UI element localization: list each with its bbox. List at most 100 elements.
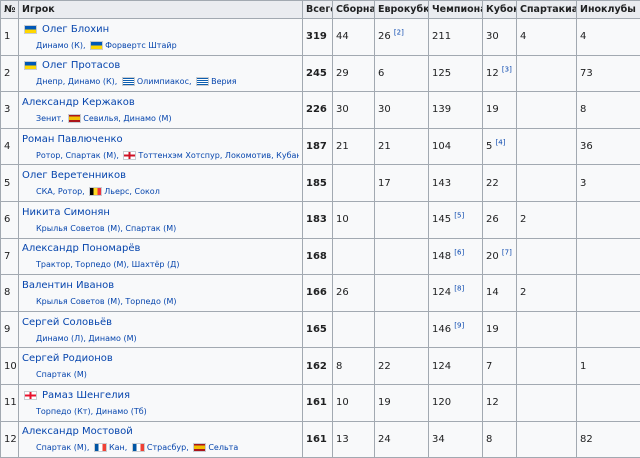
clubs-text[interactable]: Крылья Советов (М), Торпедо (М)	[36, 297, 177, 306]
club-link[interactable]: Форвертс Штайр	[105, 41, 177, 50]
championship-value: 148	[432, 251, 451, 262]
player-name-link[interactable]: Рамаз Шенгелия	[42, 390, 130, 401]
foreign-cell: 4	[577, 19, 640, 56]
club-link[interactable]: Севилья, Динамо (М)	[83, 114, 171, 123]
clubs-text[interactable]: Динамо (Л), Динамо (М)	[36, 334, 137, 343]
player-name-link[interactable]: Александр Кержаков	[22, 97, 135, 108]
reference-link[interactable]: [3]	[502, 66, 512, 74]
player-name-link[interactable]: Александр Пономарёв	[22, 243, 140, 254]
clubs-text[interactable]: Ротор, Спартак (М),	[36, 151, 119, 160]
header-eurocups[interactable]: Еврокубки	[375, 1, 429, 19]
foreign-cell	[577, 384, 640, 421]
belgium-flag-icon	[89, 187, 102, 196]
header-cup[interactable]: Кубок	[483, 1, 517, 19]
rank-cell: 11	[1, 384, 19, 421]
table-row: 6 Никита Симонян Крылья Советов (М), Спа…	[1, 201, 640, 238]
club-link[interactable]: Льерс, Сокол	[104, 187, 160, 196]
cup-cell: 5 [4]	[483, 128, 517, 165]
championship-value: 124	[432, 361, 451, 372]
national-cell	[333, 238, 375, 275]
spartakiads-cell	[517, 421, 577, 458]
foreign-cell: 1	[577, 348, 640, 385]
reference-link[interactable]: [5]	[454, 212, 464, 220]
player-cell: Сергей Родионов Спартак (М)	[19, 348, 303, 385]
championship-value: 124	[432, 287, 451, 298]
player-name-link[interactable]: Сергей Соловьёв	[22, 317, 112, 328]
national-cell: 10	[333, 201, 375, 238]
player-name-link[interactable]: Александр Мостовой	[22, 426, 133, 437]
total-cell: 187	[303, 128, 333, 165]
cup-cell: 19	[483, 311, 517, 348]
reference-link[interactable]: [6]	[454, 249, 464, 257]
header-player[interactable]: Игрок	[19, 1, 303, 19]
club-link[interactable]: Тоттенхэм Хотспур, Локомотив, Кубань, Ур…	[138, 151, 299, 160]
total-cell: 226	[303, 92, 333, 129]
championship-value: 139	[432, 104, 451, 115]
clubs-text[interactable]: Спартак (М)	[36, 370, 87, 379]
reference-link[interactable]: [4]	[496, 139, 506, 147]
table-row: 10 Сергей Родионов Спартак (М) 162 8 22 …	[1, 348, 640, 385]
eurocups-value: 17	[378, 178, 391, 189]
ukraine-flag-icon	[90, 41, 103, 50]
spartakiads-cell	[517, 92, 577, 129]
cup-value: 12	[486, 397, 499, 408]
total-cell: 245	[303, 55, 333, 92]
total-cell: 319	[303, 19, 333, 56]
player-name-link[interactable]: Никита Симонян	[22, 207, 110, 218]
header-spartakiads[interactable]: Спартакиады	[517, 1, 577, 19]
table-row: 1 Олег Блохин Динамо (К), Форвертс Штайр…	[1, 19, 640, 56]
player-name-link[interactable]: Олег Веретенников	[22, 170, 126, 181]
foreign-cell: 3	[577, 165, 640, 202]
reference-link[interactable]: [9]	[454, 322, 464, 330]
clubs-text[interactable]: Торпедо (Кт), Динамо (Тб)	[36, 407, 147, 416]
cup-value: 5	[486, 141, 492, 152]
clubs-text[interactable]: Крылья Советов (М), Спартак (М)	[36, 224, 176, 233]
cup-value: 26	[486, 214, 499, 225]
rank-cell: 1	[1, 19, 19, 56]
header-foreign[interactable]: Иноклубы	[577, 1, 640, 19]
spartakiads-cell: 4	[517, 19, 577, 56]
championship-cell: 148 [6]	[429, 238, 483, 275]
rank-cell: 8	[1, 275, 19, 312]
clubs-text[interactable]: Динамо (К),	[36, 41, 86, 50]
clubs-text[interactable]: Спартак (М),	[36, 443, 89, 452]
clubs-text[interactable]: Днепр, Динамо (К),	[36, 77, 117, 86]
club-link[interactable]: Сельта	[208, 443, 238, 452]
cup-value: 20	[486, 251, 499, 262]
header-championship[interactable]: Чемпионат	[429, 1, 483, 19]
cup-cell: 7	[483, 348, 517, 385]
greece-flag-icon	[122, 77, 135, 86]
header-national[interactable]: Сборная	[333, 1, 375, 19]
national-cell: 8	[333, 348, 375, 385]
clubs-text[interactable]: СКА, Ротор,	[36, 187, 85, 196]
header-total[interactable]: Всего	[303, 1, 333, 19]
eurocups-value: 19	[378, 397, 391, 408]
header-num[interactable]: №	[1, 1, 19, 19]
clubs-text[interactable]: Трактор, Торпедо (М), Шахтёр (Д)	[36, 260, 180, 269]
club-link[interactable]: Верия	[211, 77, 237, 86]
player-name-link[interactable]: Валентин Иванов	[22, 280, 114, 291]
reference-link[interactable]: [2]	[394, 29, 404, 37]
player-name-link[interactable]: Сергей Родионов	[22, 353, 113, 364]
clubs-text[interactable]: Зенит,	[36, 114, 64, 123]
player-cell: Александр Мостовой Спартак (М), Кан, Стр…	[19, 421, 303, 458]
player-name-link[interactable]: Олег Блохин	[42, 24, 109, 35]
eurocups-cell: 19	[375, 384, 429, 421]
cup-value: 8	[486, 434, 492, 445]
reference-link[interactable]: [7]	[502, 249, 512, 257]
club-link[interactable]: Олимпиакос,	[137, 77, 192, 86]
club-link[interactable]: Кан,	[109, 443, 127, 452]
eurocups-cell	[375, 201, 429, 238]
player-name-link[interactable]: Роман Павлюченко	[22, 134, 123, 145]
total-cell: 165	[303, 311, 333, 348]
rank-cell: 5	[1, 165, 19, 202]
spartakiads-cell	[517, 55, 577, 92]
eurocups-cell: 30	[375, 92, 429, 129]
club-link[interactable]: Страсбур,	[147, 443, 189, 452]
reference-link[interactable]: [8]	[454, 285, 464, 293]
championship-cell: 143	[429, 165, 483, 202]
eurocups-cell: 24	[375, 421, 429, 458]
player-name-link[interactable]: Олег Протасов	[42, 60, 120, 71]
championship-value: 143	[432, 178, 451, 189]
player-cell: Олег Протасов Днепр, Динамо (К), Олимпиа…	[19, 55, 303, 92]
